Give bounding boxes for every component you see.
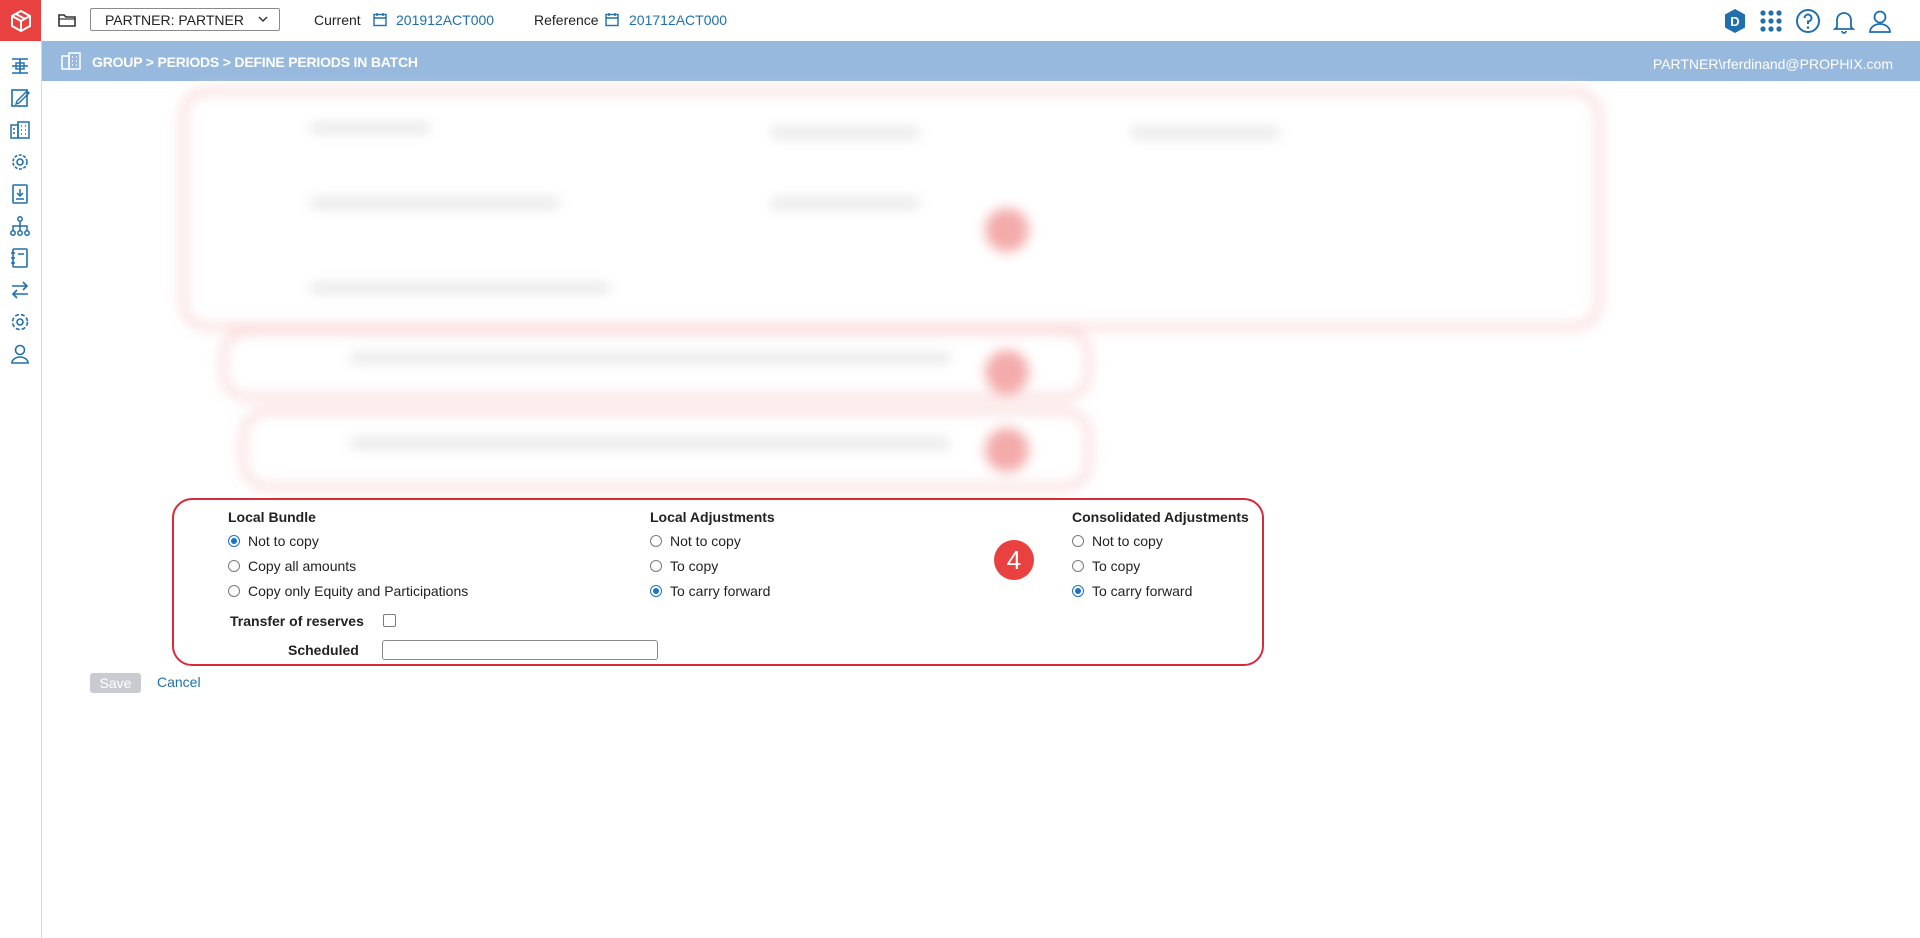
option-label: Copy all amounts <box>248 558 357 574</box>
step-marker: 4 <box>994 540 1034 580</box>
radio-indicator[interactable] <box>1072 535 1084 547</box>
blurred-field <box>310 283 610 293</box>
radio-indicator[interactable] <box>650 535 662 547</box>
local-bundle-copy-all-radio[interactable]: Copy all amounts <box>228 558 356 574</box>
reference-period-link[interactable]: 201712ACT000 <box>629 12 727 28</box>
reference-label: Reference <box>534 12 599 28</box>
cons-adj-carry-forward-radio[interactable]: To carry forward <box>1072 583 1192 599</box>
blurred-field <box>770 198 920 208</box>
breadcrumb: GROUP > PERIODS > DEFINE PERIODS IN BATC… <box>92 54 418 70</box>
local-bundle-title: Local Bundle <box>228 509 316 525</box>
current-user: PARTNER\rferdinand@PROPHIX.com <box>1652 56 1893 72</box>
scheduled-input[interactable] <box>382 640 658 660</box>
local-bundle-not-to-copy-radio[interactable]: Not to copy <box>228 533 319 549</box>
local-adjustments-title: Local Adjustments <box>650 509 775 525</box>
blurred-step-marker <box>985 428 1029 472</box>
radio-indicator[interactable] <box>1072 560 1084 572</box>
hierarchy-icon[interactable] <box>9 55 31 77</box>
app-logo[interactable] <box>0 0 41 41</box>
apps-grid-icon[interactable] <box>1758 8 1784 34</box>
blurred-step-marker <box>985 208 1029 252</box>
edit-icon[interactable] <box>9 87 31 109</box>
option-label: Not to copy <box>248 533 319 549</box>
option-label: Copy only Equity and Participations <box>248 583 469 599</box>
badge-letter: D <box>1730 14 1739 29</box>
bell-icon[interactable] <box>1831 8 1857 34</box>
option-label: To copy <box>670 558 719 574</box>
local-bundle-copy-equity-radio[interactable]: Copy only Equity and Participations <box>228 583 468 599</box>
save-button[interactable]: Save <box>90 673 141 693</box>
buildings-icon[interactable] <box>9 119 31 141</box>
blurred-field <box>310 198 560 208</box>
cons-adj-to-copy-radio[interactable]: To copy <box>1072 558 1140 574</box>
blurred-field <box>310 123 430 133</box>
journal-icon[interactable] <box>9 247 31 269</box>
option-label: Not to copy <box>670 533 741 549</box>
option-label: To copy <box>1092 558 1141 574</box>
d-badge-icon[interactable]: D <box>1722 8 1748 34</box>
cube-logo-icon <box>10 9 31 32</box>
cancel-link[interactable]: Cancel <box>157 674 201 690</box>
blurred-field <box>350 438 950 448</box>
settings-cog-icon[interactable] <box>9 151 31 173</box>
left-nav-rail <box>0 41 42 938</box>
partner-select[interactable]: PARTNER: PARTNER <box>90 8 280 31</box>
local-adj-to-copy-radio[interactable]: To copy <box>650 558 718 574</box>
page-header-band: GROUP > PERIODS > DEFINE PERIODS IN BATC… <box>42 41 1920 81</box>
blurred-section <box>220 328 1092 400</box>
blurred-step-marker <box>985 350 1029 394</box>
blurred-form-area <box>170 88 1610 493</box>
consolidated-adjustments-title: Consolidated Adjustments <box>1072 509 1249 525</box>
blurred-field <box>1130 128 1280 138</box>
cons-adj-not-to-copy-radio[interactable]: Not to copy <box>1072 533 1163 549</box>
blurred-field <box>770 128 920 138</box>
option-label: To carry forward <box>1092 583 1193 599</box>
buildings-icon <box>61 52 81 70</box>
user-profile-icon[interactable] <box>1867 8 1893 34</box>
current-period-link[interactable]: 201912ACT000 <box>396 12 494 28</box>
radio-indicator[interactable] <box>228 535 240 547</box>
gear-icon[interactable] <box>9 311 31 333</box>
admin-user-icon[interactable] <box>9 343 31 365</box>
help-icon[interactable] <box>1795 8 1821 34</box>
radio-indicator[interactable] <box>228 560 240 572</box>
option-label: To carry forward <box>670 583 771 599</box>
transfer-of-reserves-label: Transfer of reserves <box>230 613 364 629</box>
calendar-icon[interactable] <box>373 12 387 27</box>
local-adj-carry-forward-radio[interactable]: To carry forward <box>650 583 770 599</box>
option-label: Not to copy <box>1092 533 1163 549</box>
radio-indicator[interactable] <box>228 585 240 597</box>
radio-indicator[interactable] <box>650 585 662 597</box>
chevron-down-icon <box>258 16 268 23</box>
current-label: Current <box>314 12 361 28</box>
calendar-icon[interactable] <box>605 12 619 27</box>
local-adj-not-to-copy-radio[interactable]: Not to copy <box>650 533 741 549</box>
scheduled-label: Scheduled <box>288 642 359 658</box>
radio-indicator[interactable] <box>650 560 662 572</box>
top-bar: PARTNER: PARTNER Current 201912ACT000 Re… <box>0 0 1920 42</box>
radio-indicator[interactable] <box>1072 585 1084 597</box>
partner-select-value: PARTNER: PARTNER <box>105 12 244 28</box>
org-chart-icon[interactable] <box>9 215 31 237</box>
document-download-icon[interactable] <box>9 183 31 205</box>
blurred-section <box>240 408 1092 490</box>
transfer-of-reserves-checkbox[interactable] <box>383 614 396 627</box>
blurred-field <box>350 353 950 363</box>
transfer-arrows-icon[interactable] <box>9 279 31 301</box>
folder-icon[interactable] <box>57 11 77 29</box>
